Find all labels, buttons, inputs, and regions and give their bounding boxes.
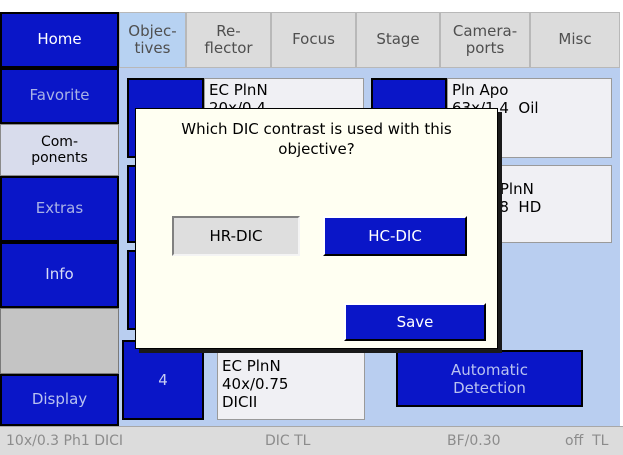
nav-favorite-label: Favorite [29,86,90,105]
nav-info-label: Info [45,265,74,284]
dialog-question: Which DIC contrast is used with this obj… [181,120,452,159]
hr-dic-label: HR-DIC [209,227,263,245]
objective-slot-4-number: 4 [158,371,168,389]
tab-reflector-label: Re- flector [204,21,253,57]
tab-stage[interactable]: Stage [356,12,440,68]
automatic-detection-button[interactable]: Automatic Detection [396,350,583,407]
tab-misc[interactable]: Misc [530,12,620,68]
save-button[interactable]: Save [344,303,486,341]
tab-focus-label: Focus [292,30,335,49]
nav-extras-label: Extras [35,199,84,218]
status-bar: 10x/0.3 Ph1 DICI DIC TL BF/0.30 off TL [0,426,623,455]
tab-objectives[interactable]: Objec- tives [119,12,186,68]
tab-cameraports-label: Camera- ports [452,21,518,57]
hc-dic-label: HC-DIC [368,227,422,245]
tab-misc-label: Misc [558,30,592,49]
status-brightfield: BF/0.30 [447,433,501,449]
objective-slot-4-button[interactable]: 4 [122,340,204,420]
tab-cameraports[interactable]: Camera- ports [440,12,530,68]
microscope-control-window: Home Favorite Com- ponents Extras Info D… [0,0,623,455]
status-objective: 10x/0.3 Ph1 DICI [6,433,124,449]
nav-components-button[interactable]: Com- ponents [0,124,119,176]
nav-home-label: Home [37,30,82,49]
automatic-detection-label: Automatic Detection [451,360,528,397]
dic-contrast-dialog: Which DIC contrast is used with this obj… [135,108,498,349]
nav-info-button[interactable]: Info [0,242,119,308]
save-label: Save [396,313,434,331]
status-contrast: DIC TL [265,433,311,449]
status-light: off TL [565,433,609,449]
nav-extras-button[interactable]: Extras [0,176,119,242]
tab-stage-label: Stage [376,30,420,49]
nav-display-label: Display [31,390,88,409]
nav-home-button[interactable]: Home [0,12,119,68]
hc-dic-button[interactable]: HC-DIC [323,216,467,256]
tab-objectives-label: Objec- tives [128,21,177,57]
nav-components-label: Com- ponents [31,133,88,166]
tab-reflector[interactable]: Re- flector [186,12,271,68]
objective-slot-4-label: EC PlnN 40x/0.75 DICII [217,340,365,420]
nav-display-button[interactable]: Display [0,374,119,426]
tab-focus[interactable]: Focus [271,12,356,68]
hr-dic-button[interactable]: HR-DIC [172,216,300,256]
nav-empty-slot [0,308,119,374]
nav-favorite-button[interactable]: Favorite [0,68,119,124]
